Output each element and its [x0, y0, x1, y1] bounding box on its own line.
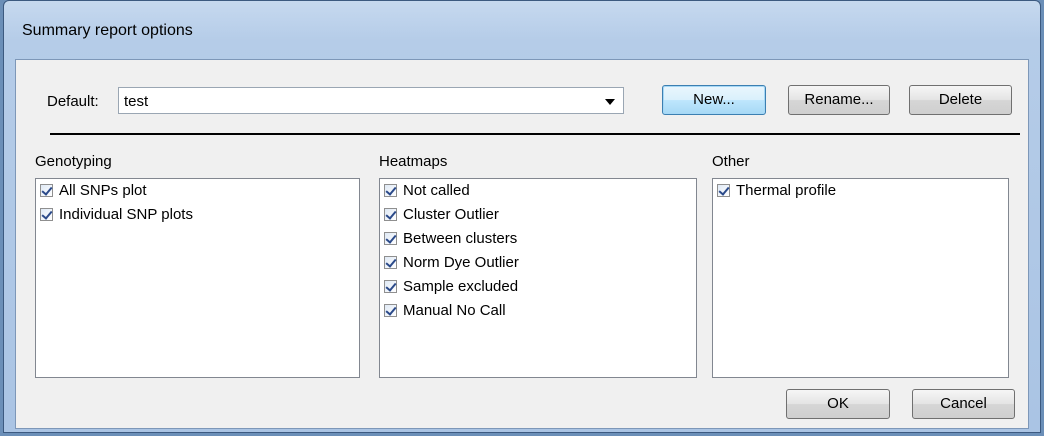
dialog-client-area: Default: test New... Rename... Delete Ge… — [15, 59, 1029, 429]
list-item[interactable]: Sample excluded — [380, 275, 696, 299]
other-listbox[interactable]: Thermal profile — [712, 178, 1009, 378]
summary-report-options-dialog: Summary report options Default: test New… — [3, 0, 1041, 433]
list-item[interactable]: All SNPs plot — [36, 179, 359, 203]
ok-button[interactable]: OK — [786, 389, 890, 419]
chevron-down-icon[interactable] — [605, 99, 615, 105]
checkbox-checked-icon[interactable] — [40, 207, 53, 221]
delete-button[interactable]: Delete — [909, 85, 1012, 115]
heatmaps-label: Heatmaps — [379, 153, 448, 170]
separator-line — [50, 133, 1020, 135]
window-title: Summary report options — [22, 22, 193, 39]
list-item[interactable]: Not called — [380, 179, 696, 203]
cancel-button[interactable]: Cancel — [912, 389, 1015, 419]
list-item[interactable]: Between clusters — [380, 227, 696, 251]
default-label: Default: — [47, 93, 99, 110]
list-item[interactable]: Norm Dye Outlier — [380, 251, 696, 275]
default-combobox[interactable]: test — [118, 87, 624, 114]
list-item[interactable]: Cluster Outlier — [380, 203, 696, 227]
checkbox-checked-icon[interactable] — [384, 279, 397, 293]
checkbox-checked-icon[interactable] — [384, 207, 397, 221]
checkbox-checked-icon[interactable] — [384, 255, 397, 269]
rename-button[interactable]: Rename... — [788, 85, 890, 115]
list-item[interactable]: Thermal profile — [713, 179, 1008, 203]
checkbox-checked-icon[interactable] — [40, 183, 53, 197]
new-button[interactable]: New... — [662, 85, 766, 115]
checkbox-checked-icon[interactable] — [384, 303, 397, 317]
list-item[interactable]: Manual No Call — [380, 299, 696, 323]
list-item[interactable]: Individual SNP plots — [36, 203, 359, 227]
checkbox-checked-icon[interactable] — [384, 231, 397, 245]
default-combobox-value: test — [124, 93, 149, 110]
genotyping-label: Genotyping — [35, 153, 112, 170]
checkbox-checked-icon[interactable] — [717, 183, 730, 197]
other-label: Other — [712, 153, 750, 170]
genotyping-listbox[interactable]: All SNPs plot Individual SNP plots — [35, 178, 360, 378]
checkbox-checked-icon[interactable] — [384, 183, 397, 197]
heatmaps-listbox[interactable]: Not called Cluster Outlier Between clust… — [379, 178, 697, 378]
title-bar[interactable]: Summary report options — [4, 1, 1040, 51]
